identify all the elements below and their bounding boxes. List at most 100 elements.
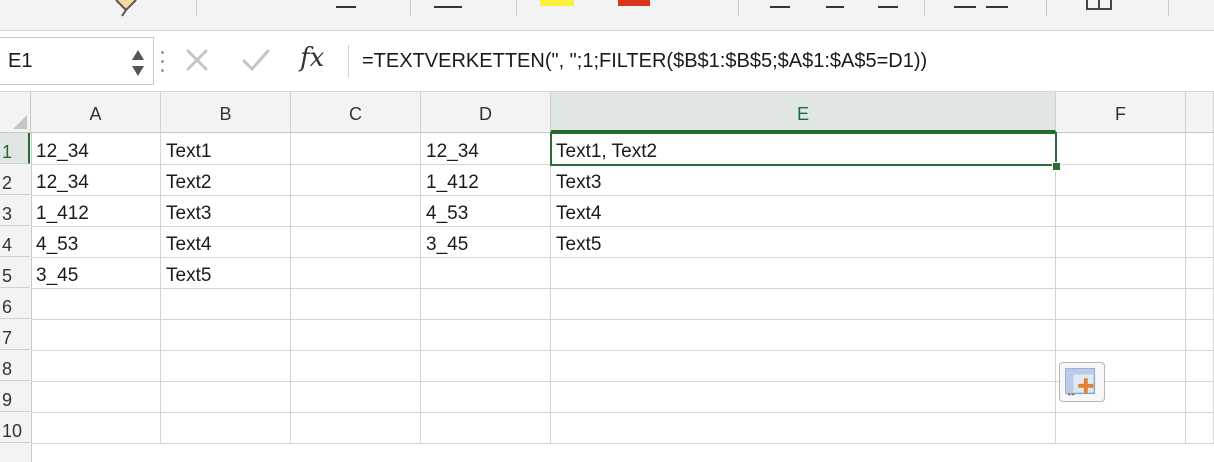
cell-f1[interactable]: [1056, 133, 1186, 165]
cell-c7[interactable]: [291, 319, 421, 351]
align-center-icon[interactable]: [826, 6, 844, 8]
cell-b5[interactable]: Text5: [161, 257, 291, 289]
cell-g10[interactable]: [1186, 412, 1214, 444]
cell-e2[interactable]: Text3: [551, 164, 1056, 196]
cell-a7[interactable]: [31, 319, 161, 351]
cell-a3[interactable]: 1_412: [31, 195, 161, 227]
cell-f10[interactable]: [1056, 412, 1186, 444]
cell-e6[interactable]: [551, 288, 1056, 320]
cell-a5[interactable]: 3_45: [31, 257, 161, 289]
cell-a10[interactable]: [31, 412, 161, 444]
chevron-up-icon[interactable]: [132, 50, 144, 60]
column-header-b[interactable]: B: [161, 92, 291, 132]
cell-b2[interactable]: Text2: [161, 164, 291, 196]
cell-b6[interactable]: [161, 288, 291, 320]
merge-icon[interactable]: [986, 6, 1008, 8]
chevron-down-icon[interactable]: [132, 66, 144, 76]
select-all-button[interactable]: [0, 92, 31, 132]
fill-color-icon[interactable]: [540, 0, 574, 6]
cell-e1[interactable]: Text1, Text2: [551, 133, 1056, 165]
align-right-icon[interactable]: [878, 6, 898, 8]
cell-d2[interactable]: 1_412: [421, 164, 551, 196]
insert-function-icon[interactable]: fx: [300, 43, 324, 73]
name-box[interactable]: E1: [0, 37, 154, 85]
align-left-icon[interactable]: [770, 6, 790, 8]
column-header-c[interactable]: C: [291, 92, 421, 132]
row-header-9[interactable]: 9: [0, 381, 30, 412]
cell-e4[interactable]: Text5: [551, 226, 1056, 258]
format-painter-icon[interactable]: [112, 0, 146, 18]
cell-b9[interactable]: [161, 381, 291, 413]
cell-a4[interactable]: 4_53: [31, 226, 161, 258]
cell-g1[interactable]: [1186, 133, 1214, 165]
cell-d8[interactable]: [421, 350, 551, 382]
cell-d7[interactable]: [421, 319, 551, 351]
cell-f3[interactable]: [1056, 195, 1186, 227]
cell-d5[interactable]: [421, 257, 551, 289]
cell-c2[interactable]: [291, 164, 421, 196]
row-header-7[interactable]: 7: [0, 319, 30, 350]
row-header-4[interactable]: 4: [0, 226, 30, 257]
column-header-e[interactable]: E: [551, 92, 1056, 132]
cell-a2[interactable]: 12_34: [31, 164, 161, 196]
cell-d9[interactable]: [421, 381, 551, 413]
formula-input[interactable]: =TEXTVERKETTEN(", ";1;FILTER($B$1:$B$5;$…: [362, 50, 927, 73]
cell-b8[interactable]: [161, 350, 291, 382]
column-header-d[interactable]: D: [421, 92, 551, 132]
cell-g9[interactable]: [1186, 381, 1214, 413]
cell-c10[interactable]: [291, 412, 421, 444]
cancel-icon[interactable]: [183, 46, 211, 74]
cell-e9[interactable]: [551, 381, 1056, 413]
name-box-dropdown-icon[interactable]: [130, 48, 146, 78]
name-box-value[interactable]: E1: [8, 50, 32, 73]
cell-f5[interactable]: [1056, 257, 1186, 289]
row-header-8[interactable]: 8: [0, 350, 30, 381]
cell-a9[interactable]: [31, 381, 161, 413]
cell-f7[interactable]: [1056, 319, 1186, 351]
cell-a8[interactable]: [31, 350, 161, 382]
cell-e8[interactable]: [551, 350, 1056, 382]
cell-e3[interactable]: Text4: [551, 195, 1056, 227]
cell-b1[interactable]: Text1: [161, 133, 291, 165]
paste-options-button[interactable]: [1059, 362, 1105, 402]
cell-d4[interactable]: 3_45: [421, 226, 551, 258]
fill-handle[interactable]: [1052, 162, 1061, 171]
cell-c9[interactable]: [291, 381, 421, 413]
cell-a6[interactable]: [31, 288, 161, 320]
cell-g4[interactable]: [1186, 226, 1214, 258]
cell-d10[interactable]: [421, 412, 551, 444]
column-header-g[interactable]: [1186, 92, 1214, 132]
resize-handle[interactable]: [161, 51, 165, 73]
cell-c8[interactable]: [291, 350, 421, 382]
cell-g5[interactable]: [1186, 257, 1214, 289]
column-header-a[interactable]: A: [31, 92, 161, 132]
cell-d3[interactable]: 4_53: [421, 195, 551, 227]
cell-c5[interactable]: [291, 257, 421, 289]
cell-f4[interactable]: [1056, 226, 1186, 258]
cell-b3[interactable]: Text3: [161, 195, 291, 227]
cell-g3[interactable]: [1186, 195, 1214, 227]
cell-f6[interactable]: [1056, 288, 1186, 320]
row-header-10[interactable]: 10: [0, 412, 30, 443]
border-icon[interactable]: [336, 6, 356, 8]
cell-f2[interactable]: [1056, 164, 1186, 196]
column-header-f[interactable]: F: [1056, 92, 1186, 132]
cell-e7[interactable]: [551, 319, 1056, 351]
cell-styles-icon[interactable]: [1086, 0, 1112, 10]
font-color-icon[interactable]: [618, 0, 650, 6]
cell-d6[interactable]: [421, 288, 551, 320]
cell-b7[interactable]: [161, 319, 291, 351]
wrap-text-icon[interactable]: [954, 6, 976, 8]
cell-c6[interactable]: [291, 288, 421, 320]
cell-e10[interactable]: [551, 412, 1056, 444]
cell-e5[interactable]: [551, 257, 1056, 289]
row-header-3[interactable]: 3: [0, 195, 30, 226]
row-header-2[interactable]: 2: [0, 164, 30, 195]
cell-a1[interactable]: 12_34: [31, 133, 161, 165]
cell-c1[interactable]: [291, 133, 421, 165]
underline-icon[interactable]: [434, 6, 462, 8]
row-header-5[interactable]: 5: [0, 257, 30, 288]
cell-g6[interactable]: [1186, 288, 1214, 320]
cell-g2[interactable]: [1186, 164, 1214, 196]
row-header-6[interactable]: 6: [0, 288, 30, 319]
